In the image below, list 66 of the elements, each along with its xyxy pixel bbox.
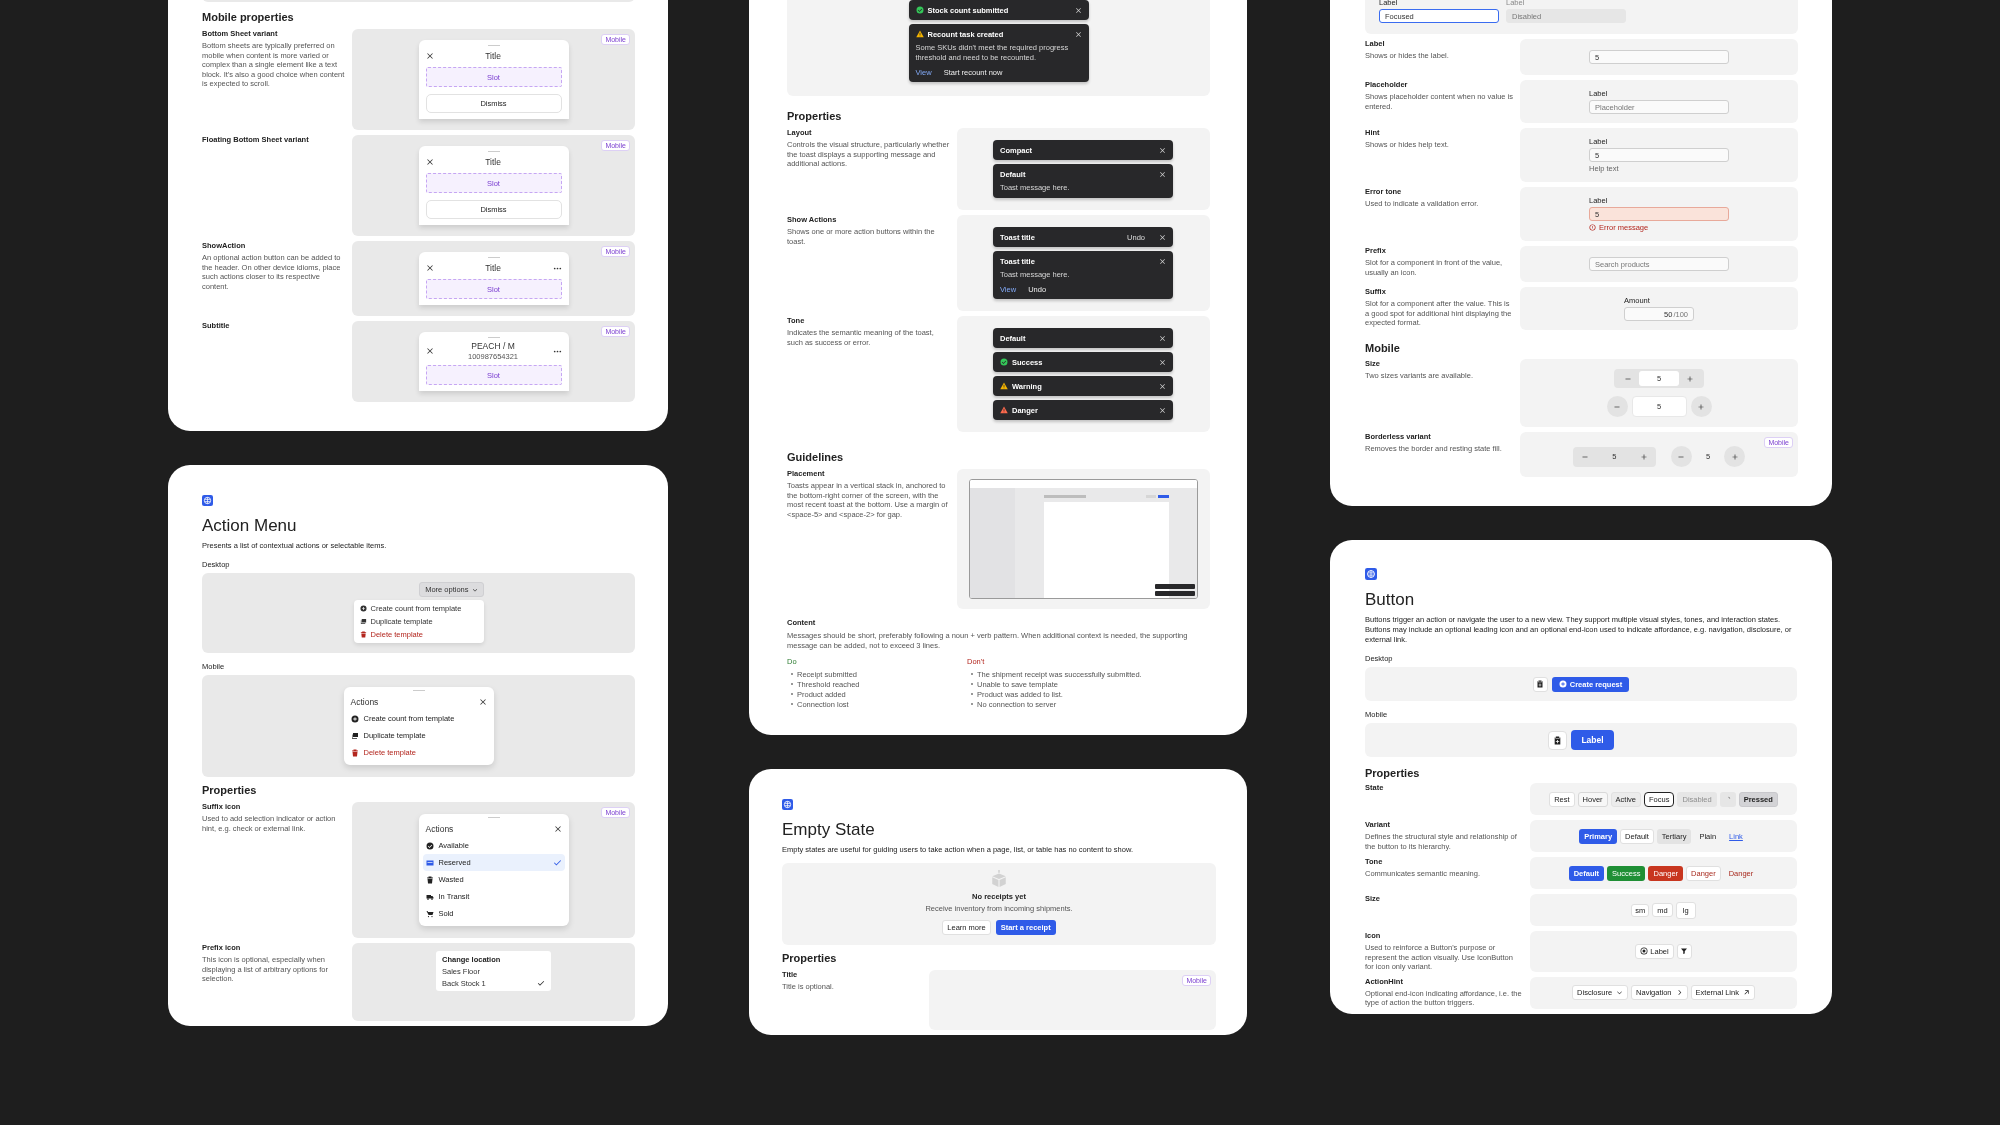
- page-title: Button: [1365, 590, 1416, 610]
- menu-title: Actions: [425, 824, 454, 834]
- section-heading: Mobile: [1365, 342, 1401, 354]
- close-icon[interactable]: [1159, 334, 1166, 342]
- close-icon[interactable]: [553, 825, 562, 833]
- close-icon[interactable]: [1159, 406, 1166, 414]
- truck-icon: [425, 892, 434, 901]
- page-title: Empty State: [782, 820, 876, 840]
- label-button[interactable]: Label: [1571, 730, 1614, 750]
- target-icon: [1640, 947, 1649, 956]
- icon-button[interactable]: [1532, 676, 1548, 692]
- warning-icon: [915, 30, 924, 38]
- clipboard-icon: [1553, 735, 1563, 745]
- page-title: Action Menu: [202, 516, 298, 536]
- close-icon[interactable]: [1159, 233, 1166, 241]
- close-icon[interactable]: [425, 158, 434, 166]
- section-heading: Properties: [787, 110, 843, 122]
- section-heading: Mobile properties: [202, 11, 295, 23]
- close-icon[interactable]: [1074, 6, 1082, 14]
- sheet-title: Title: [485, 51, 501, 61]
- box-icon: [990, 870, 1008, 888]
- sheet-title: Title: [485, 157, 501, 167]
- filter-icon: [1680, 947, 1689, 956]
- close-icon[interactable]: [1159, 257, 1166, 265]
- inbox-icon: [425, 858, 434, 867]
- logo-icon: [782, 799, 793, 810]
- section-heading: Properties: [202, 784, 258, 796]
- trash-icon: [425, 875, 434, 884]
- close-icon[interactable]: [1159, 358, 1166, 366]
- cart-icon: [425, 909, 434, 918]
- chevron-down-icon: [1616, 989, 1624, 996]
- close-icon[interactable]: [425, 264, 434, 272]
- icon-button[interactable]: [1548, 730, 1568, 750]
- copy-icon: [359, 618, 367, 625]
- sheet-title: Title: [485, 263, 501, 273]
- icon-button[interactable]: [1676, 943, 1692, 959]
- trash-icon: [350, 748, 359, 757]
- trash-icon: [359, 631, 367, 638]
- logo-icon: [1365, 568, 1377, 580]
- sheet-title: PEACH / M: [470, 341, 516, 351]
- drag-handle[interactable]: [487, 257, 500, 258]
- warning-icon: [1000, 406, 1008, 414]
- drag-handle[interactable]: [487, 45, 500, 46]
- close-icon[interactable]: [1159, 146, 1166, 154]
- close-icon[interactable]: [425, 52, 434, 60]
- chevron-down-icon: [471, 586, 478, 593]
- close-icon[interactable]: [425, 347, 434, 355]
- menu-title: Actions: [350, 697, 379, 707]
- logo-icon: [202, 495, 213, 506]
- section-heading: Properties: [1365, 767, 1421, 779]
- close-icon[interactable]: [1159, 170, 1166, 178]
- close-icon[interactable]: [478, 698, 487, 706]
- drag-handle[interactable]: [412, 690, 425, 691]
- chevron-right-icon: [1675, 989, 1683, 996]
- section-heading: Guidelines: [787, 451, 845, 463]
- drag-handle[interactable]: [487, 817, 500, 818]
- close-icon[interactable]: [1159, 382, 1166, 390]
- clipboard-icon: [1536, 680, 1545, 688]
- section-heading: Properties: [782, 952, 838, 964]
- arrow-up-right-icon: [1742, 989, 1750, 996]
- close-icon[interactable]: [1074, 30, 1082, 38]
- drag-handle[interactable]: [487, 337, 500, 338]
- warning-icon: [1000, 382, 1008, 390]
- check-icon: [552, 858, 562, 867]
- drag-handle[interactable]: [487, 151, 500, 152]
- copy-icon: [350, 731, 359, 740]
